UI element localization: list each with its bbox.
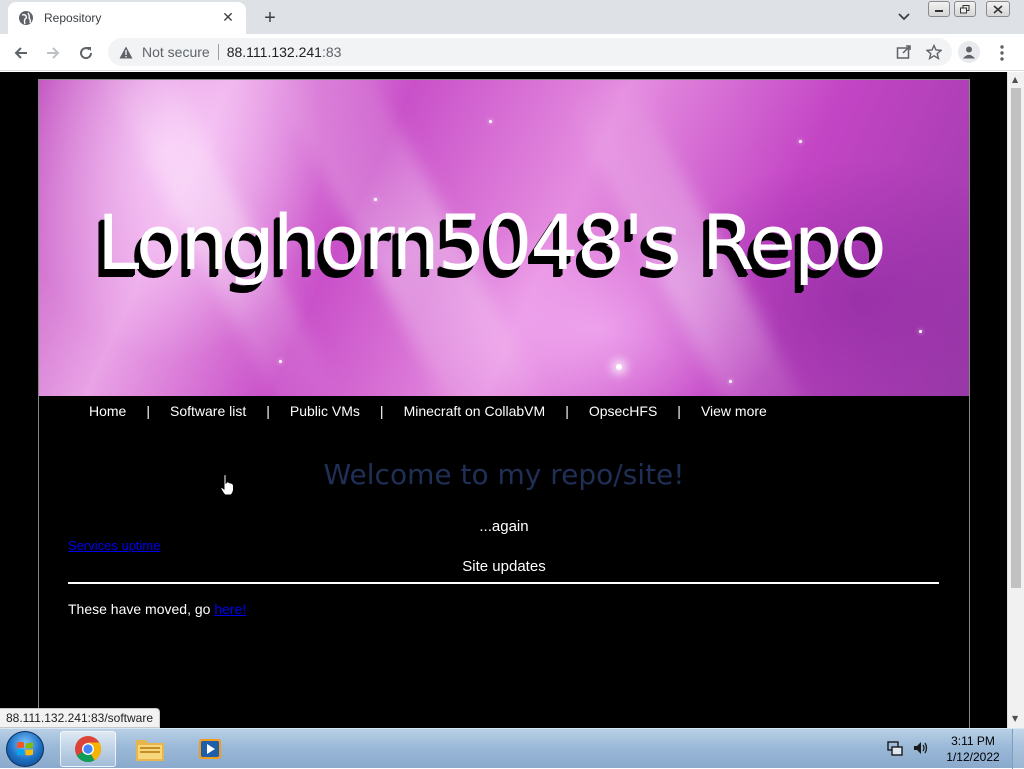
start-button[interactable] (6, 731, 44, 767)
moved-text: These have moved, go (68, 601, 215, 617)
close-window-button[interactable] (986, 1, 1010, 17)
site-container: Longhorn5048's Repo Home | Software list… (38, 79, 970, 728)
nav-separator: | (266, 403, 270, 419)
globe-icon (18, 10, 34, 26)
moved-notice: These have moved, go here! (68, 601, 246, 617)
scroll-up-arrow-icon[interactable]: ▲ (1012, 75, 1018, 84)
media-player-icon (199, 739, 221, 759)
tab-strip: Repository ✕ + (0, 0, 1024, 34)
back-button[interactable] (8, 40, 34, 66)
sparkle (616, 364, 622, 370)
services-uptime-link[interactable]: Services uptime (68, 538, 160, 553)
nav-separator: | (146, 403, 150, 419)
url-host[interactable]: 88.111.132.241 (227, 44, 322, 60)
star (729, 380, 732, 383)
taskbar-explorer[interactable] (122, 731, 178, 767)
new-tab-button[interactable]: + (258, 6, 282, 30)
header-banner: Longhorn5048's Repo (39, 80, 969, 396)
close-icon[interactable]: ✕ (220, 10, 236, 26)
nav-separator: | (677, 403, 681, 419)
scroll-down-arrow-icon[interactable]: ▼ (1012, 714, 1018, 723)
site-updates-heading: Site updates (462, 558, 546, 575)
nav-minecraft-link[interactable]: Minecraft on CollabVM (404, 403, 546, 419)
browser-toolbar: Not secure 88.111.132.241:83 (0, 34, 1024, 71)
welcome-heading: Welcome to my repo/site! (323, 458, 685, 491)
security-status[interactable]: Not secure (142, 44, 210, 60)
site-nav: Home | Software list | Public VMs | Mine… (39, 396, 969, 426)
here-link[interactable]: here! (214, 601, 246, 617)
chrome-icon (75, 736, 102, 763)
menu-kebab-icon[interactable] (994, 43, 1010, 63)
taskbar: 3:11 PM 1/12/2022 (0, 728, 1024, 769)
minimize-button[interactable] (928, 1, 950, 17)
vertical-scrollbar[interactable]: ▲ ▼ (1007, 72, 1024, 728)
star (919, 330, 922, 333)
star (489, 120, 492, 123)
star (279, 360, 282, 363)
horizontal-rule (68, 582, 939, 584)
star (799, 140, 802, 143)
url-port[interactable]: :83 (322, 44, 341, 60)
show-desktop-button[interactable] (1012, 729, 1024, 769)
forward-button[interactable] (40, 40, 66, 66)
browser-tab[interactable]: Repository ✕ (8, 2, 246, 34)
clock-date: 1/12/2022 (946, 750, 1000, 764)
bookmark-star-icon[interactable] (925, 43, 943, 63)
chevron-down-icon[interactable] (894, 8, 914, 26)
system-clock[interactable]: 3:11 PM 1/12/2022 (940, 733, 1006, 765)
share-icon[interactable] (896, 44, 912, 63)
volume-icon[interactable] (912, 739, 930, 761)
nav-view-more-link[interactable]: View more (701, 403, 767, 419)
nav-separator: | (565, 403, 569, 419)
nav-software-list-link[interactable]: Software list (170, 403, 246, 419)
hand-cursor-icon (220, 474, 234, 496)
taskbar-chrome[interactable] (60, 731, 116, 767)
profile-avatar-icon[interactable] (958, 41, 980, 63)
page-viewport: Longhorn5048's Repo Home | Software list… (0, 72, 1007, 728)
reload-button[interactable] (73, 40, 99, 66)
address-bar[interactable]: Not secure 88.111.132.241:83 (108, 38, 952, 66)
nav-home-link[interactable]: Home (89, 403, 126, 419)
divider (217, 44, 219, 60)
link-status-bubble: 88.111.132.241:83/software (0, 708, 160, 728)
warning-icon[interactable] (118, 44, 134, 60)
clock-time: 3:11 PM (951, 734, 995, 748)
nav-public-vms-link[interactable]: Public VMs (290, 403, 360, 419)
site-title: Longhorn5048's Repo (97, 198, 887, 287)
nav-separator: | (379, 403, 384, 419)
scrollbar-thumb[interactable] (1011, 88, 1021, 588)
system-tray (886, 739, 930, 761)
network-icon[interactable] (886, 739, 904, 761)
tab-title: Repository (44, 11, 102, 25)
subheading: ...again (479, 518, 529, 535)
nav-opsechfs-link[interactable]: OpsecHFS (589, 403, 657, 419)
restore-button[interactable] (954, 1, 976, 17)
taskbar-media-player[interactable] (182, 731, 238, 767)
folder-icon (136, 740, 164, 761)
